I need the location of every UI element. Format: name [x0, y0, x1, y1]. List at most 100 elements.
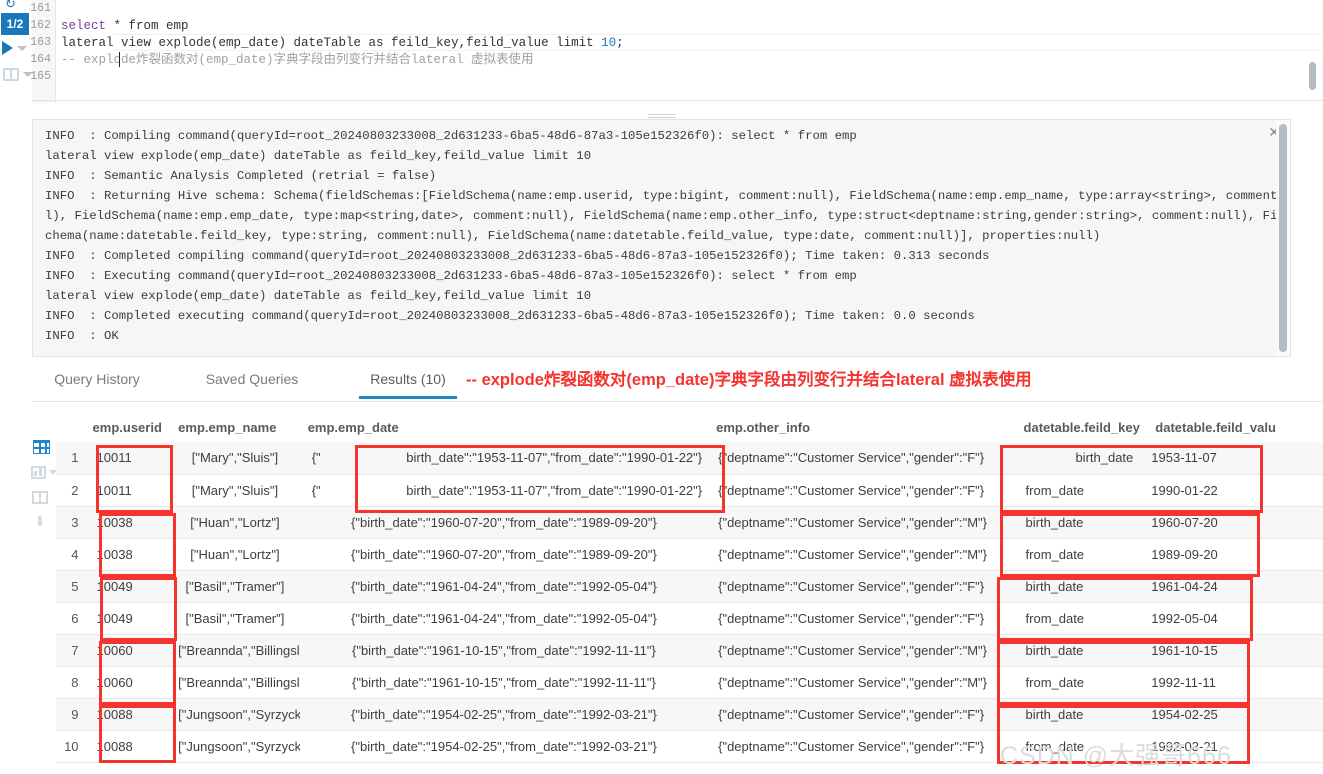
cell-userid: 10049: [84, 602, 171, 635]
cell-feild-key: from_date: [1015, 474, 1148, 507]
row-number: 10: [56, 730, 85, 763]
row-number: 7: [56, 634, 85, 667]
cell-feild-key: birth_date: [1015, 570, 1148, 603]
cell-emp-date: {"birth_date":"1960-07-20","from_date":"…: [299, 538, 709, 571]
line-number: 162: [30, 19, 51, 32]
cell-userid: 10088: [84, 730, 171, 763]
code-line-164-comment[interactable]: -- explode炸裂函数对(emp_date)字典字段由列变行并结合late…: [61, 52, 534, 68]
cell-emp-name: ["Huan","Lortz"]: [170, 506, 300, 539]
code-line-162[interactable]: select * from emp: [61, 18, 189, 34]
watermark: CSDN @大强哥666: [1000, 742, 1232, 770]
cell-feild-value: 1992-11-11: [1147, 666, 1323, 699]
row-number: 5: [56, 570, 85, 603]
table-row[interactable]: 810060["Breannda","Billingsley"]{"birth_…: [56, 666, 1323, 699]
cell-feild-key: from_date: [1015, 602, 1148, 635]
cell-feild-key: from_date: [1015, 666, 1148, 699]
cell-emp-name: ["Mary","Sluis"]: [170, 442, 300, 475]
table-row[interactable]: 2 10011 ["Mary","Sluis"] {" birth_date":"195…: [56, 474, 1323, 507]
play-icon[interactable]: [2, 41, 13, 55]
cell-emp-date: {"birth_date":"1961-10-15","from_date":"…: [299, 666, 709, 699]
cell-emp-date: {"birth_date":"1961-04-24","from_date":"…: [299, 570, 709, 603]
cell-feild-value: 1992-05-04: [1147, 602, 1323, 635]
row-number: 4: [56, 538, 85, 571]
chevron-down-icon[interactable]: [17, 45, 27, 51]
col-header-feild-value[interactable]: datetable.feild_valu: [1147, 412, 1323, 442]
line-number: 164: [30, 53, 51, 66]
page-indicator-badge: 1/2: [1, 13, 29, 35]
table-row[interactable]: 5 10049 ["Basil","Tramer"] {"birth_date":"1…: [56, 570, 1323, 603]
table-row[interactable]: 1 10011 ["Mary","Sluis"] {" birth_date":"195…: [56, 442, 1323, 475]
tab-label: Query History: [54, 371, 140, 387]
cell-feild-value: 1961-04-24: [1147, 570, 1323, 603]
cell-other-info: {"deptname":"Customer Service","gender":…: [708, 570, 1016, 603]
table-row[interactable]: 3 10038 ["Huan","Lortz"] {"birth_date":"196…: [56, 506, 1323, 539]
col-header-rownum[interactable]: [56, 412, 85, 442]
cell-feild-key: birth_date: [1015, 442, 1148, 475]
col-header-userid[interactable]: emp.userid: [85, 412, 171, 442]
tab-label: Results (10): [370, 371, 446, 387]
cell-userid: 10049: [84, 570, 171, 603]
cell-emp-name: ["Basil","Tramer"]: [170, 602, 300, 635]
cell-emp-date: {"birth_date":"1954-02-25","from_date":"…: [299, 698, 709, 731]
cell-userid: 10060: [84, 634, 171, 667]
refresh-icon[interactable]: ↻: [5, 0, 16, 12]
download-icon[interactable]: ⬇: [34, 514, 46, 528]
cell-feild-key: birth_date: [1015, 698, 1148, 731]
cell-other-info: {"deptname":"Customer Service","gender":…: [708, 474, 1016, 507]
tab-results[interactable]: Results (10): [359, 363, 457, 401]
cell-emp-date: {" birth_date":"1953-11-07","from_date":"…: [299, 442, 709, 475]
row-number: 1: [56, 442, 85, 475]
cell-userid: 10088: [84, 698, 171, 731]
cell-emp-date: {"birth_date":"1961-10-15","from_date":"…: [299, 634, 709, 667]
cell-userid: 10038: [84, 538, 171, 571]
log-scrollbar-thumb[interactable]: [1279, 124, 1287, 352]
cell-other-info: {"deptname":"Customer Service","gender":…: [708, 538, 1016, 571]
editor-scrollbar-thumb[interactable]: [1309, 62, 1316, 90]
cell-other-info: {"deptname":"Customer Service","gender":…: [708, 666, 1016, 699]
col-header-other-info[interactable]: emp.other_info: [708, 412, 1015, 442]
log-scrollbar-track[interactable]: [1276, 120, 1290, 356]
sql-code-area[interactable]: select * from emp lateral view explode(e…: [57, 0, 1323, 103]
chart-view-control[interactable]: [31, 466, 57, 479]
row-number: 2: [56, 474, 85, 507]
run-query-control[interactable]: [2, 41, 27, 55]
line-number: 161: [30, 2, 51, 15]
tab-saved-queries[interactable]: Saved Queries: [192, 363, 312, 401]
json-open-brace: {": [311, 482, 321, 498]
cell-feild-value: 1961-10-15: [1147, 634, 1323, 667]
cell-other-info: {"deptname":"Customer Service","gender":…: [708, 602, 1016, 635]
bar-chart-icon[interactable]: [31, 466, 46, 479]
editor-line-number-gutter: 161 162 163 164 165: [30, 0, 56, 103]
code-line-163[interactable]: lateral view explode(emp_date) dateTable…: [61, 35, 624, 51]
cell-emp-name: ["Mary","Sluis"]: [170, 474, 300, 507]
grid-view-icon[interactable]: [33, 440, 50, 454]
columns-view-icon[interactable]: [32, 491, 48, 504]
editor-left-rail: ↻ 1/2: [0, 0, 33, 103]
tab-query-history[interactable]: Query History: [42, 363, 152, 401]
cell-other-info: {"deptname":"Customer Service","gender":…: [708, 442, 1016, 475]
cell-emp-date: {"birth_date":"1960-07-20","from_date":"…: [299, 506, 709, 539]
col-header-emp-date[interactable]: emp.emp_date: [300, 412, 708, 442]
table-header-row: emp.userid emp.emp_name emp.emp_date emp…: [56, 412, 1323, 442]
col-header-emp-name[interactable]: emp.emp_name: [170, 412, 300, 442]
cell-emp-name: ["Breannda","Billingsley"]: [170, 634, 300, 667]
table-row[interactable]: 9 10088 ["Jungsoon","Syrzycki"] {"birth_dat…: [56, 698, 1323, 731]
cell-feild-value: 1960-07-20: [1147, 506, 1323, 539]
cell-emp-date: {"birth_date":"1961-04-24","from_date":"…: [299, 602, 709, 635]
query-log-panel: INFO : Compiling command(queryId=root_20…: [32, 119, 1291, 357]
cell-other-info: {"deptname":"Customer Service","gender":…: [708, 698, 1016, 731]
cell-feild-key: from_date: [1015, 538, 1148, 571]
sql-keyword: select: [61, 19, 107, 33]
book-icon[interactable]: [3, 68, 19, 81]
table-row[interactable]: 6 10049 ["Basil","Tramer"] {"birth_date":"1…: [56, 602, 1323, 635]
table-row[interactable]: 4 10038 ["Huan","Lortz"] {"birth_date":"196…: [56, 538, 1323, 571]
cell-emp-name: ["Jungsoon","Syrzycki"]: [170, 698, 300, 731]
code-text: ;: [616, 36, 624, 50]
table-row[interactable]: 710060["Breannda","Billingsley"]{"birth_…: [56, 634, 1323, 667]
col-header-feild-key[interactable]: datetable.feild_key: [1016, 412, 1148, 442]
code-text: lateral view explode(emp_date) dateTable…: [61, 36, 602, 50]
cell-emp-date: {"birth_date":"1954-02-25","from_date":"…: [299, 730, 709, 763]
cell-userid: 10060: [84, 666, 171, 699]
results-tool-rail: ⬇: [26, 435, 57, 528]
resize-handle[interactable]: [648, 114, 676, 118]
